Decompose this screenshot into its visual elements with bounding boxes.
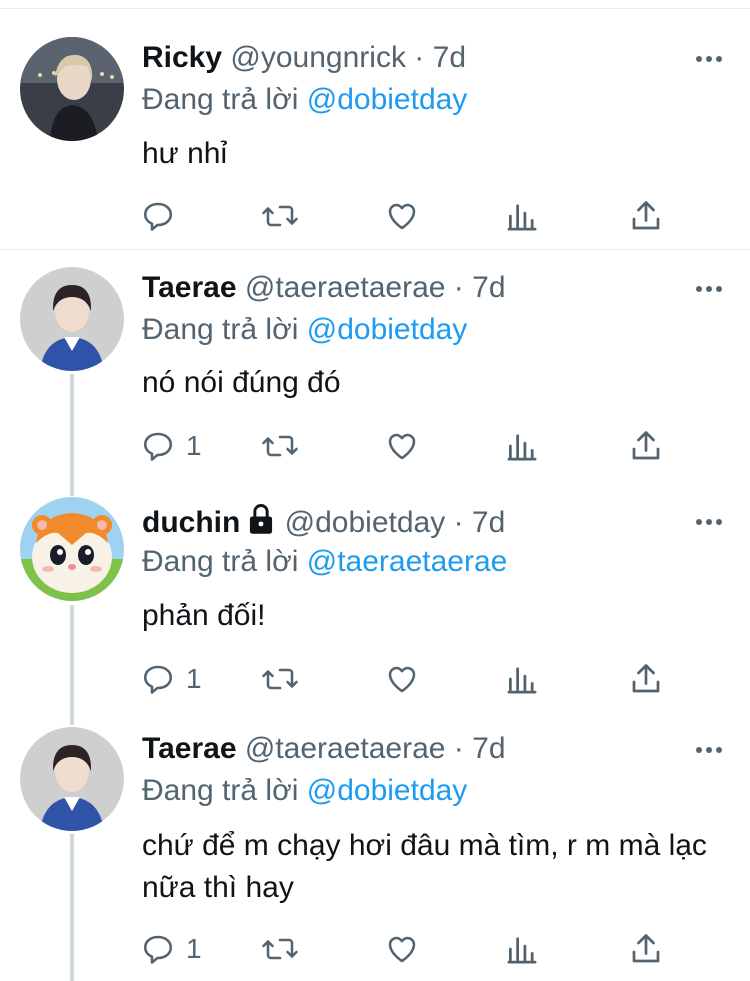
analytics-icon (507, 204, 537, 231)
like-button[interactable] (384, 659, 420, 699)
share-button[interactable] (628, 659, 664, 699)
tweet-text: hư nhỉ (142, 137, 228, 170)
retweet-icon (262, 938, 298, 960)
retweet-button[interactable] (260, 659, 300, 699)
timestamp[interactable]: 7d (433, 41, 466, 74)
avatar[interactable] (20, 727, 124, 831)
mention-link[interactable]: @dobietday (307, 83, 468, 116)
tweet-text: nó nói đúng đó (142, 366, 341, 399)
separator-dot: · (453, 271, 464, 304)
replying-to-label: Đang trả lời (142, 545, 299, 578)
avatar[interactable] (20, 267, 124, 371)
tweet-actions: 1 (140, 929, 680, 969)
reply-count: 1 (186, 430, 202, 461)
share-icon (632, 664, 660, 693)
analytics-button[interactable] (506, 659, 538, 699)
share-icon (632, 201, 660, 230)
reply-icon (143, 202, 173, 231)
share-button[interactable] (628, 196, 664, 236)
analytics-icon (507, 937, 537, 964)
thread-line (70, 834, 74, 981)
more-icon[interactable] (694, 744, 724, 756)
replying-to-label: Đang trả lời (142, 313, 299, 346)
reply-button[interactable] (140, 196, 186, 236)
retweet-button[interactable] (260, 196, 300, 236)
user-handle[interactable]: @youngnrick (230, 41, 406, 74)
timestamp[interactable]: 7d (472, 271, 505, 304)
replying-to: Đang trả lời @taeraetaerae (142, 544, 507, 580)
replying-to: Đang trả lời @dobietday (142, 82, 467, 118)
reply-icon (143, 935, 173, 964)
separator-dot: · (414, 41, 425, 74)
analytics-button[interactable] (506, 929, 538, 969)
retweet-button[interactable] (260, 929, 300, 969)
share-button[interactable] (628, 929, 664, 969)
reply-count: 1 (186, 663, 202, 694)
mention-link[interactable]: @taeraetaerae (307, 545, 508, 578)
analytics-button[interactable] (506, 196, 538, 236)
tweet-divider (0, 249, 750, 250)
reply-icon (143, 432, 173, 461)
user-handle[interactable]: @taeraetaerae (245, 732, 446, 765)
tweet-actions: 1 (140, 659, 680, 699)
like-icon (388, 666, 416, 693)
separator-dot: · (453, 732, 464, 765)
retweet-icon (262, 205, 298, 227)
analytics-button[interactable] (506, 426, 538, 466)
retweet-icon (262, 435, 298, 457)
thread-line (70, 374, 74, 496)
retweet-button[interactable] (260, 426, 300, 466)
share-icon (632, 934, 660, 963)
replying-to-label: Đang trả lời (142, 83, 299, 116)
tweet-text: chứ để m chạy hơi đâu mà tìm, r m mà lạc… (142, 829, 707, 904)
like-icon (388, 433, 416, 460)
mention-link[interactable]: @dobietday (307, 774, 468, 807)
reply-button[interactable]: 1 (140, 659, 202, 699)
tweet-actions: 1 (140, 426, 680, 466)
mention-link[interactable]: @dobietday (307, 313, 468, 346)
analytics-icon (507, 667, 537, 694)
reply-button[interactable]: 1 (140, 426, 202, 466)
analytics-icon (507, 434, 537, 461)
like-button[interactable] (384, 929, 420, 969)
more-icon[interactable] (694, 283, 724, 295)
timestamp[interactable]: 7d (472, 506, 505, 539)
more-icon[interactable] (694, 53, 724, 65)
separator-dot: · (453, 506, 464, 539)
share-icon (632, 431, 660, 460)
like-icon (388, 936, 416, 963)
display-name[interactable]: Taerae (142, 271, 237, 304)
replying-to: Đang trả lời @dobietday (142, 773, 467, 809)
reply-count: 1 (186, 933, 202, 964)
thread-line (70, 605, 74, 725)
like-icon (388, 203, 416, 230)
like-button[interactable] (384, 196, 420, 236)
top-divider (0, 8, 750, 9)
lock-icon (250, 504, 273, 534)
avatar[interactable] (20, 37, 124, 141)
user-handle[interactable]: @dobietday (285, 506, 446, 539)
display-name[interactable]: duchin (142, 506, 240, 539)
tweet-text: phản đối! (142, 599, 266, 632)
user-handle[interactable]: @taeraetaerae (245, 271, 446, 304)
share-button[interactable] (628, 426, 664, 466)
tweet-actions (140, 196, 680, 236)
replying-to-label: Đang trả lời (142, 774, 299, 807)
replying-to: Đang trả lời @dobietday (142, 312, 467, 348)
reply-button[interactable]: 1 (140, 929, 202, 969)
reply-icon (143, 665, 173, 694)
timestamp[interactable]: 7d (472, 732, 505, 765)
more-icon[interactable] (694, 516, 724, 528)
like-button[interactable] (384, 426, 420, 466)
retweet-icon (262, 668, 298, 690)
display-name[interactable]: Taerae (142, 732, 237, 765)
display-name[interactable]: Ricky (142, 41, 222, 74)
avatar[interactable] (20, 497, 124, 601)
